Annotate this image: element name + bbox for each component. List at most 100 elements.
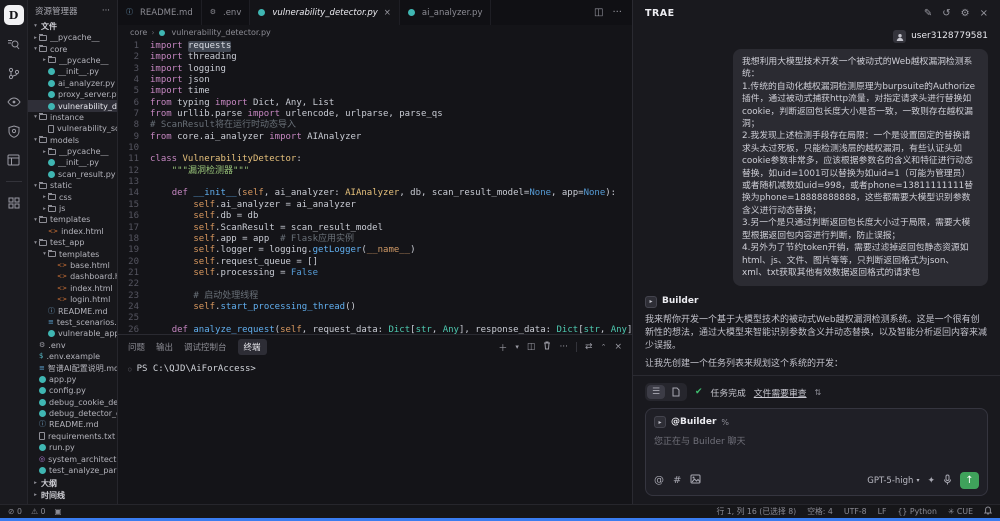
- tree-item[interactable]: <>index.html: [28, 226, 117, 237]
- file-view-button[interactable]: [667, 385, 685, 399]
- panel-more-icon[interactable]: ···: [559, 342, 568, 352]
- section-files[interactable]: ▾文件: [28, 20, 117, 32]
- tree-item[interactable]: vulnerability_scann...: [28, 123, 117, 134]
- explorer-icon[interactable]: D: [4, 5, 24, 25]
- code-line[interactable]: 15 self.ai_analyzer = ai_analyzer: [118, 200, 632, 211]
- breadcrumb[interactable]: core› vulnerability_detector.py: [118, 25, 632, 40]
- mic-icon[interactable]: [943, 474, 952, 488]
- code-line[interactable]: 25: [118, 313, 632, 324]
- chat-input-box[interactable]: ▸ @Builder % @ # GPT-5-high▾ ✦ ↑: [645, 408, 988, 496]
- model-selector[interactable]: GPT-5-high▾: [867, 476, 919, 486]
- send-button[interactable]: ↑: [960, 472, 979, 489]
- panel-tab-debug-console[interactable]: 调试控制台: [184, 341, 227, 353]
- tree-item[interactable]: ◎system_architecture_d...: [28, 453, 117, 464]
- tree-item[interactable]: ▾static: [28, 180, 117, 191]
- tree-item[interactable]: <>login.html: [28, 294, 117, 305]
- warnings-indicator[interactable]: ⚠ 0: [31, 507, 45, 516]
- tab-readme[interactable]: ⓘREADME.md: [118, 0, 202, 25]
- image-icon[interactable]: [690, 474, 701, 487]
- code-line[interactable]: 2import threading: [118, 52, 632, 63]
- code-line[interactable]: 24 self.start_processing_thread(): [118, 302, 632, 313]
- editor-more-icon[interactable]: ···: [612, 7, 622, 18]
- code-line[interactable]: 5import time: [118, 86, 632, 97]
- code-line[interactable]: 10: [118, 143, 632, 154]
- terminal-dropdown-icon[interactable]: ▾: [515, 343, 519, 351]
- panel-layout-icon[interactable]: ⇄: [585, 342, 593, 352]
- tree-item[interactable]: app.py: [28, 374, 117, 385]
- tree-item[interactable]: vulnerable_app.py: [28, 328, 117, 339]
- encoding-setting[interactable]: UTF-8: [844, 507, 867, 516]
- ports-icon[interactable]: ▣: [54, 507, 61, 516]
- tree-item[interactable]: config.py: [28, 385, 117, 396]
- code-line[interactable]: 16 self.db = db: [118, 211, 632, 222]
- code-line[interactable]: 3import logging: [118, 64, 632, 75]
- extensions-icon[interactable]: [4, 150, 24, 170]
- mention-icon[interactable]: @: [654, 475, 664, 486]
- tree-item[interactable]: __init__.py: [28, 157, 117, 168]
- tree-item[interactable]: ▸__pycache__: [28, 55, 117, 66]
- section-outline[interactable]: ▸大纲: [28, 477, 117, 489]
- panel-tab-terminal[interactable]: 终端: [238, 339, 267, 355]
- history-icon[interactable]: ↺: [942, 8, 950, 19]
- code-line[interactable]: 8# ScanResult将在运行时动态导入: [118, 120, 632, 131]
- search-icon[interactable]: [4, 34, 24, 54]
- split-editor-icon[interactable]: ◫: [594, 7, 603, 18]
- tree-item[interactable]: proxy_server.py: [28, 89, 117, 100]
- tree-item[interactable]: <>index.html: [28, 283, 117, 294]
- indent-setting[interactable]: 空格: 4: [807, 506, 833, 517]
- kill-terminal-icon[interactable]: [543, 341, 551, 353]
- code-line[interactable]: 19 self.logger = logging.getLogger(__nam…: [118, 245, 632, 256]
- code-editor[interactable]: 1import requests2import threading3import…: [118, 40, 632, 334]
- tree-item[interactable]: ▸js: [28, 203, 117, 214]
- language-mode[interactable]: {} Python: [897, 507, 936, 516]
- tree-item[interactable]: $.env.example: [28, 351, 117, 362]
- tree-item[interactable]: ▾core: [28, 43, 117, 54]
- tree-item[interactable]: test_analyze_paramet...: [28, 465, 117, 476]
- remove-mention-icon[interactable]: %: [721, 418, 729, 427]
- tab-ai-analyzer[interactable]: ai_analyzer.py: [400, 0, 492, 25]
- terminal-output[interactable]: ○ PS C:\QJD\AiForAccess>: [118, 359, 632, 504]
- tree-item[interactable]: ≡test_scenarios.md: [28, 317, 117, 328]
- close-panel-icon[interactable]: ×: [614, 342, 622, 352]
- tree-item[interactable]: <>base.html: [28, 260, 117, 271]
- tree-item[interactable]: ▸css: [28, 191, 117, 202]
- close-panel-icon[interactable]: ×: [980, 8, 988, 19]
- code-line[interactable]: 14 def __init__(self, ai_analyzer: AIAna…: [118, 188, 632, 199]
- code-line[interactable]: 6from typing import Dict, Any, List: [118, 98, 632, 109]
- cursor-position[interactable]: 行 1, 列 16 (已选择 8): [716, 506, 796, 517]
- code-line[interactable]: 20 self.request_queue = []: [118, 257, 632, 268]
- sort-icon[interactable]: ⇅: [815, 388, 822, 397]
- code-line[interactable]: 22: [118, 279, 632, 290]
- code-line[interactable]: 12 """漏洞检测器""": [118, 166, 632, 177]
- topic-icon[interactable]: #: [673, 475, 681, 486]
- maximize-panel-icon[interactable]: ⌃: [601, 343, 607, 351]
- tree-item[interactable]: ▸__pycache__: [28, 32, 117, 43]
- tree-item[interactable]: <>dashboard.html: [28, 271, 117, 282]
- review-files-link[interactable]: 文件需要审查: [754, 386, 807, 399]
- code-line[interactable]: 17 self.ScanResult = scan_result_model: [118, 223, 632, 234]
- code-line[interactable]: 9from core.ai_analyzer import AIAnalyzer: [118, 132, 632, 143]
- errors-indicator[interactable]: ⊘ 0: [8, 507, 22, 516]
- settings-icon[interactable]: ⚙: [961, 8, 970, 19]
- new-chat-icon[interactable]: ✎: [924, 8, 932, 19]
- new-terminal-icon[interactable]: ＋: [498, 341, 507, 354]
- cue-toggle[interactable]: ✳ CUE: [948, 507, 973, 516]
- tree-item[interactable]: ai_analyzer.py: [28, 78, 117, 89]
- code-line[interactable]: 18 self.app = app # Flask应用实例: [118, 234, 632, 245]
- todo-view-button[interactable]: ☰: [647, 385, 665, 399]
- apps-grid-icon[interactable]: [4, 193, 24, 213]
- code-line[interactable]: 21 self.processing = False: [118, 268, 632, 279]
- tab-vulnerability-detector[interactable]: vulnerability_detector.py×: [250, 0, 400, 25]
- tree-item[interactable]: ⓘREADME.md: [28, 305, 117, 316]
- source-control-icon[interactable]: [4, 63, 24, 83]
- split-terminal-icon[interactable]: ◫: [527, 342, 536, 352]
- enhance-icon[interactable]: ✦: [927, 476, 935, 486]
- tree-item[interactable]: run.py: [28, 442, 117, 453]
- panel-tab-output[interactable]: 输出: [156, 341, 173, 353]
- tree-item[interactable]: requirements.txt: [28, 431, 117, 442]
- tree-item[interactable]: ▾models: [28, 135, 117, 146]
- builder-mention[interactable]: @Builder: [671, 417, 716, 427]
- tree-item[interactable]: debug_detector_queu...: [28, 408, 117, 419]
- tree-item[interactable]: vulnerability_detect...: [28, 100, 117, 111]
- tree-item[interactable]: ≡智谱AI配置说明.md: [28, 362, 117, 373]
